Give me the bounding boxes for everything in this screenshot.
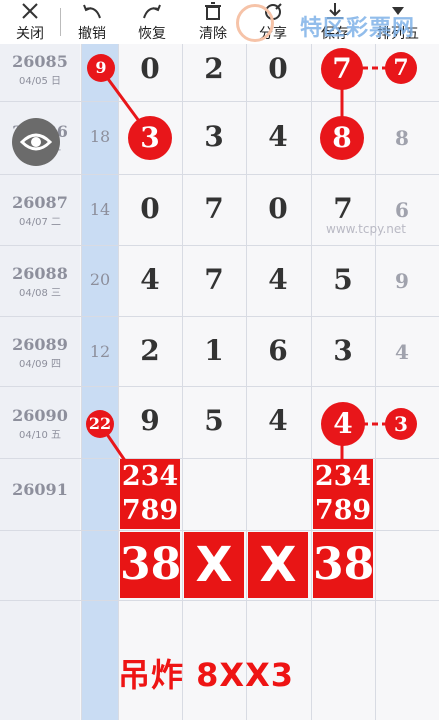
prediction-caption: 吊炸 8XX3	[118, 656, 295, 694]
digit-cell: 4	[268, 120, 288, 153]
issue-cell: 26088 04/08 三	[12, 264, 68, 299]
extra-cell: 4	[395, 340, 409, 364]
digit-cell: 7	[204, 263, 224, 296]
digit-cell: 0	[140, 52, 160, 85]
extra-cell: 9	[395, 269, 409, 293]
issue-cell: 26089 04/09 四	[12, 335, 68, 370]
prediction-big-4: 38	[313, 532, 374, 598]
undo-icon	[83, 4, 101, 19]
digit-ball: 7	[321, 48, 363, 90]
trash-icon	[205, 2, 221, 20]
sum-cell: 12	[89, 342, 111, 361]
digit-cell: 0	[268, 192, 288, 225]
digit-cell: 3	[204, 120, 224, 153]
watermark-url: www.tcpy.net	[326, 222, 406, 236]
undo-button[interactable]: 撤销	[62, 0, 122, 44]
extra-cell: 8	[395, 126, 409, 150]
close-button[interactable]: 关闭	[0, 0, 60, 44]
sum-cell: 18	[89, 127, 111, 146]
digit-cell: 4	[140, 263, 160, 296]
extra-cell: 6	[395, 198, 409, 222]
eye-icon	[19, 133, 53, 151]
redo-button[interactable]: 恢复	[122, 0, 182, 44]
eye-toggle-button[interactable]	[12, 118, 60, 166]
sum-ball: 9	[87, 54, 115, 82]
close-label: 关闭	[16, 26, 44, 42]
trend-chart: 2608504/05 日 0 2 0 2608604/06 一 18 3 4 8…	[0, 0, 439, 720]
watermark-logo: 特区彩票网 www.tcpy.net	[236, 4, 436, 236]
digit-cell: 5	[204, 404, 224, 437]
prediction-box-col4: 234 789	[313, 459, 373, 529]
digit-cell: 1	[204, 334, 224, 367]
prediction-big-3: X	[248, 532, 308, 598]
digit-cell: 7	[204, 192, 224, 225]
digit-cell: 3	[333, 334, 353, 367]
digit-cell: 5	[333, 263, 353, 296]
digit-cell: 2	[140, 334, 160, 367]
digit-cell: 6	[268, 334, 288, 367]
issue-cell: 26090 04/10 五	[12, 406, 68, 441]
redo-label: 恢复	[138, 26, 166, 42]
watermark-brand: 特区彩票网	[300, 16, 416, 41]
sum-ball: 22	[86, 410, 114, 438]
logo-mark	[236, 4, 274, 42]
undo-label: 撤销	[78, 26, 106, 42]
digit-cell: 2	[204, 52, 224, 85]
prediction-big-2: X	[184, 532, 244, 598]
issue-cell: 26091	[12, 480, 68, 499]
digit-cell: 4	[268, 404, 288, 437]
issue-cell: 26085 04/05 日	[12, 52, 68, 87]
prediction-box-col1: 234 789	[120, 459, 180, 529]
digit-cell: 7	[333, 192, 353, 225]
digit-ball: 3	[128, 116, 172, 160]
digit-ball: 8	[320, 116, 364, 160]
toolbar-divider	[60, 8, 61, 36]
digit-cell: 0	[268, 52, 288, 85]
sum-cell: 14	[89, 200, 111, 219]
issue-cell: 26087 04/07 二	[12, 193, 68, 228]
sum-cell: 20	[89, 270, 111, 289]
extra-ball: 3	[385, 408, 417, 440]
extra-ball: 7	[385, 52, 417, 84]
clear-button[interactable]: 清除	[183, 0, 243, 44]
redo-icon	[143, 4, 161, 19]
digit-ball: 4	[321, 402, 365, 446]
clear-label: 清除	[199, 26, 227, 42]
prediction-big-1: 38	[120, 532, 181, 598]
digit-cell: 0	[140, 192, 160, 225]
close-icon	[22, 3, 38, 19]
digit-cell: 9	[140, 404, 160, 437]
digit-cell: 4	[268, 263, 288, 296]
